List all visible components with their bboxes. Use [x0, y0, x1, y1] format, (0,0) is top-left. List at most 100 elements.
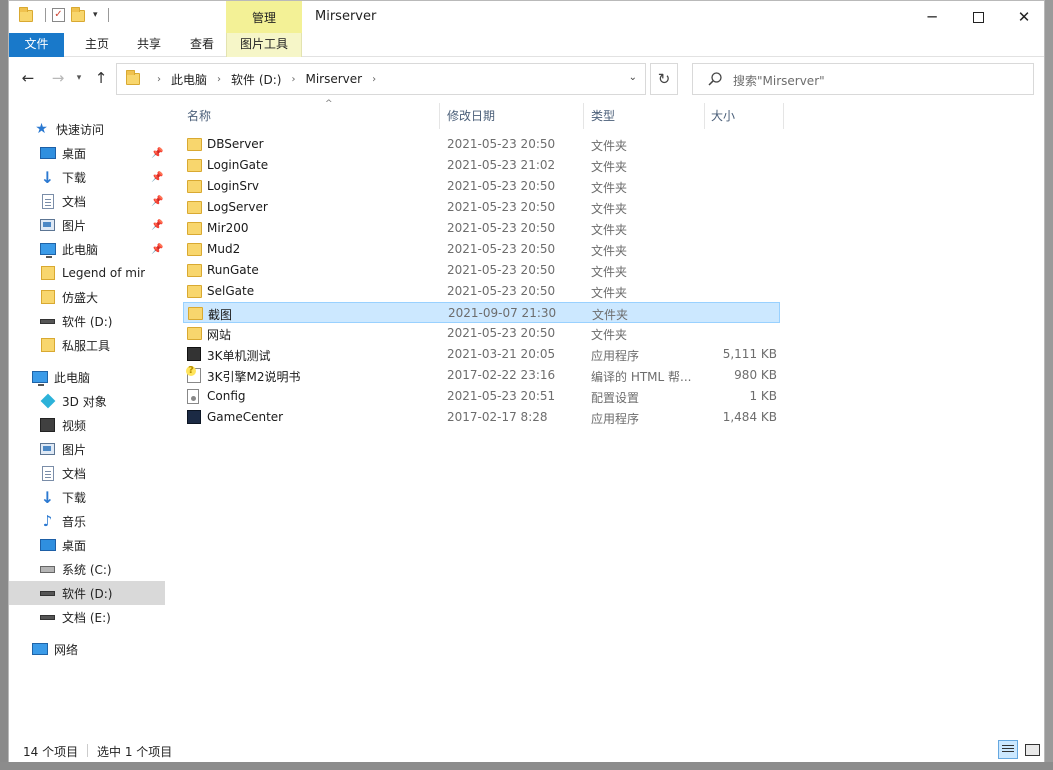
sidebar-item-drive-e[interactable]: 文档 (E:): [9, 605, 165, 629]
sidebar-item-fangshengda[interactable]: 仿盛大: [9, 285, 165, 309]
file-type: 文件夹: [591, 139, 628, 153]
column-header-size[interactable]: 大小: [711, 103, 735, 129]
file-date: 2021-05-23 20:50: [447, 326, 556, 340]
file-size: 5,111 KB: [722, 347, 777, 361]
column-divider[interactable]: [439, 103, 440, 129]
file-row[interactable]: 截图 2021-09-07 21:30 文件夹: [183, 302, 780, 323]
file-row[interactable]: LogServer 2021-05-23 20:50 文件夹: [183, 197, 780, 218]
sidebar-item-sifu-tools[interactable]: 私服工具: [9, 333, 165, 357]
explorer-window: ✓ ▾ 管理 Mirserver ─ ✕ 文件 主页 共享 查看 图片工具 ⌄ …: [8, 0, 1045, 762]
sidebar-item-desktop[interactable]: 桌面 📌: [9, 141, 165, 165]
breadcrumb-this-pc[interactable]: 此电脑: [171, 71, 207, 88]
sidebar-item-music[interactable]: ♪ 音乐: [9, 509, 165, 533]
sidebar-item-this-pc[interactable]: 此电脑: [9, 365, 165, 389]
file-row[interactable]: LoginSrv 2021-05-23 20:50 文件夹: [183, 176, 780, 197]
sidebar-item-network[interactable]: 网络: [9, 637, 165, 661]
sidebar-item-drive-d-quick[interactable]: 软件 (D:): [9, 309, 165, 333]
sidebar-item-label: 网络: [54, 642, 79, 657]
details-view-icon[interactable]: [998, 740, 1018, 759]
sidebar-item-videos[interactable]: 视频: [9, 413, 165, 437]
back-button[interactable]: ←: [19, 69, 37, 87]
up-button[interactable]: ↑: [92, 69, 110, 87]
sidebar-item-downloads[interactable]: ↓ 下载 📌: [9, 165, 165, 189]
sidebar-item-label: 软件 (D:): [62, 314, 113, 329]
chevron-right-icon[interactable]: ›: [217, 74, 221, 85]
sidebar-item-drive-d[interactable]: 软件 (D:): [9, 581, 165, 605]
maximize-button[interactable]: [955, 1, 1001, 33]
breadcrumb: › 此电脑 › 软件 (D:) › Mirserver ›: [147, 64, 386, 94]
sidebar-item-desktop-pc[interactable]: 桌面: [9, 533, 165, 557]
sidebar-item-label: 音乐: [62, 514, 87, 529]
column-divider[interactable]: [583, 103, 584, 129]
file-row[interactable]: 网站 2021-05-23 20:50 文件夹: [183, 323, 780, 344]
help-file-icon: [186, 366, 202, 383]
sidebar-item-legend-of-mir[interactable]: Legend of mir: [9, 261, 165, 285]
sidebar-item-label: 文档 (E:): [62, 610, 111, 625]
column-header-type[interactable]: 类型: [591, 103, 615, 129]
application-icon: [187, 347, 202, 362]
chevron-right-icon[interactable]: ›: [372, 74, 376, 85]
music-icon: ♪: [42, 512, 53, 530]
file-name: 3K引擎M2说明书: [207, 370, 301, 384]
address-bar[interactable]: › 此电脑 › 软件 (D:) › Mirserver › ⌄: [116, 63, 646, 95]
file-row[interactable]: SelGate 2021-05-23 20:50 文件夹: [183, 281, 780, 302]
file-row[interactable]: 3K引擎M2说明书 2017-02-22 23:16 编译的 HTML 帮... 98…: [183, 365, 780, 386]
file-row[interactable]: RunGate 2021-05-23 20:50 文件夹: [183, 260, 780, 281]
sidebar-item-pictures[interactable]: 图片 📌: [9, 213, 165, 237]
desktop-icon: [39, 146, 56, 161]
file-type: 编译的 HTML 帮...: [591, 370, 692, 384]
search-input[interactable]: 搜索"Mirserver": [692, 63, 1034, 95]
file-row[interactable]: GameCenter 2017-02-17 8:28 应用程序 1,484 KB: [183, 407, 780, 428]
minimize-button[interactable]: ─: [909, 1, 955, 33]
breadcrumb-mirserver[interactable]: Mirserver: [305, 72, 362, 86]
column-header-name[interactable]: 名称: [187, 103, 211, 129]
forward-button[interactable]: →: [49, 69, 67, 87]
file-row[interactable]: Mir200 2021-05-23 20:50 文件夹: [183, 218, 780, 239]
sidebar-item-pictures-pc[interactable]: 图片: [9, 437, 165, 461]
column-header-date[interactable]: 修改日期: [447, 103, 495, 129]
tab-file[interactable]: 文件: [9, 33, 64, 57]
column-divider[interactable]: [783, 103, 784, 129]
sidebar-item-3d-objects[interactable]: 3D 对象: [9, 389, 165, 413]
sidebar-item-label: 视频: [62, 418, 87, 433]
desktop-background-bottom: [0, 762, 1053, 770]
tab-home[interactable]: 主页: [75, 33, 119, 57]
sidebar-item-this-pc-quick[interactable]: 此电脑 📌: [9, 237, 165, 261]
sidebar-item-label: 3D 对象: [62, 394, 107, 409]
sidebar-item-documents-pc[interactable]: 文档: [9, 461, 165, 485]
tab-share[interactable]: 共享: [127, 33, 171, 57]
recent-locations-button[interactable]: ▾: [73, 69, 85, 87]
file-name: 网站: [207, 328, 232, 342]
chevron-right-icon[interactable]: ›: [291, 74, 295, 85]
system-drive-icon: [39, 562, 56, 577]
breadcrumb-drive-d[interactable]: 软件 (D:): [231, 71, 281, 88]
sidebar-item-downloads-pc[interactable]: ↓ 下载: [9, 485, 165, 509]
large-icons-view-icon[interactable]: [1022, 740, 1042, 759]
sidebar-item-drive-c[interactable]: 系统 (C:): [9, 557, 165, 581]
sidebar-item-quick-access[interactable]: ★ 快速访问: [9, 117, 165, 141]
tab-view[interactable]: 查看: [180, 33, 224, 57]
file-row[interactable]: Config 2021-05-23 20:51 配置设置 1 KB: [183, 386, 780, 407]
tab-picture-tools[interactable]: 图片工具: [226, 33, 302, 57]
file-row[interactable]: 3K单机测试 2021-03-21 20:05 应用程序 5,111 KB: [183, 344, 780, 365]
desktop-background-right: [1045, 0, 1053, 770]
sidebar-item-label: 快速访问: [56, 122, 105, 137]
file-row[interactable]: DBServer 2021-05-23 20:50 文件夹: [183, 134, 780, 155]
file-row[interactable]: Mud2 2021-05-23 20:50 文件夹: [183, 239, 780, 260]
close-button[interactable]: ✕: [1001, 1, 1047, 33]
file-row[interactable]: LoginGate 2021-05-23 21:02 文件夹: [183, 155, 780, 176]
refresh-button[interactable]: ↻: [650, 63, 678, 95]
file-name: 3K单机测试: [207, 349, 271, 363]
chevron-right-icon[interactable]: ›: [157, 74, 161, 85]
folder-icon: [187, 158, 202, 173]
sidebar-item-documents[interactable]: 文档 📌: [9, 189, 165, 213]
properties-icon[interactable]: ✓: [52, 8, 65, 22]
chevron-down-icon[interactable]: ▾: [93, 10, 98, 20]
toolbar-divider: [45, 8, 46, 22]
chevron-down-icon[interactable]: ⌄: [629, 72, 637, 83]
file-date: 2021-09-07 21:30: [448, 306, 557, 320]
column-divider[interactable]: [704, 103, 705, 129]
new-folder-icon[interactable]: [71, 7, 87, 22]
file-date: 2021-05-23 20:50: [447, 284, 556, 298]
folder-icon: [39, 290, 56, 305]
